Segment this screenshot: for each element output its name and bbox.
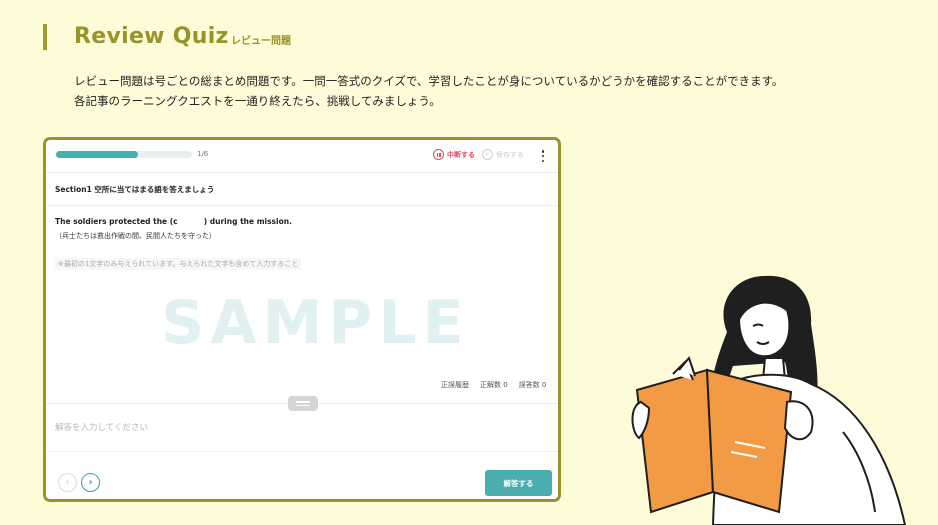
sample-watermark: SAMPLE — [161, 288, 470, 358]
question-text: The soldiers protected the (c ) during t… — [55, 217, 292, 226]
section-header: Section1 空所に当てはまる語を答えましょう — [46, 173, 558, 206]
question-translation: （兵士たちは救出作戦の間、民間人たちを守った） — [55, 232, 216, 240]
progress-count: 1/6 — [197, 150, 209, 158]
pause-label: 中断する — [447, 150, 475, 159]
quiz-topbar: 1/6 中断する ✓ 保存する — [46, 140, 558, 173]
answer-divider — [46, 451, 558, 452]
page-subtitle: レビュー問題 — [231, 36, 291, 47]
wrong-count: 誤答数 0 — [518, 381, 547, 389]
check-icon: ✓ — [482, 149, 493, 160]
prev-question-button[interactable]: ‹ — [58, 473, 77, 492]
intro-text: レビュー問題は号ごとの総まとめ問題です。一問一答式のクイズで、学習したことが身に… — [74, 71, 874, 111]
chevron-right-icon: › — [88, 477, 93, 488]
submit-answer-button[interactable]: 解答する — [485, 470, 552, 496]
quiz-sample-card: 1/6 中断する ✓ 保存する Section1 空所に当てはまる語を答えましょ… — [43, 137, 561, 502]
progress-bar — [56, 151, 192, 158]
chevron-left-icon: ‹ — [65, 477, 70, 488]
pause-icon — [433, 149, 444, 160]
hint-text: ※最初の1文字のみ与えられています。与えられた文字も含めて入力すること — [55, 258, 302, 270]
page-title: Review Quiz — [74, 24, 229, 49]
answer-stats: 正誤履歴 正解数 0 誤答数 0 — [441, 380, 546, 390]
answer-input[interactable] — [55, 423, 545, 433]
reading-woman-illustration — [631, 275, 907, 525]
save-button[interactable]: ✓ 保存する — [482, 149, 524, 160]
more-menu-icon[interactable] — [540, 149, 546, 163]
intro-line-1: レビュー問題は号ごとの総まとめ問題です。一問一答式のクイズで、学習したことが身に… — [74, 74, 784, 88]
history-link[interactable]: 正誤履歴 — [441, 380, 469, 390]
intro-line-2: 各記事のラーニングクエストを一通り終えたら、挑戦してみましょう。 — [74, 94, 441, 108]
save-label: 保存する — [496, 150, 524, 159]
section-title: Section1 空所に当てはまる語を答えましょう — [55, 185, 215, 194]
title-accent-bar — [43, 24, 47, 50]
correct-count: 正解数 0 — [480, 381, 508, 389]
next-question-button[interactable]: › — [81, 473, 100, 492]
resize-handle[interactable] — [288, 396, 318, 411]
pause-button[interactable]: 中断する — [433, 149, 475, 160]
progress-fill — [56, 151, 138, 158]
